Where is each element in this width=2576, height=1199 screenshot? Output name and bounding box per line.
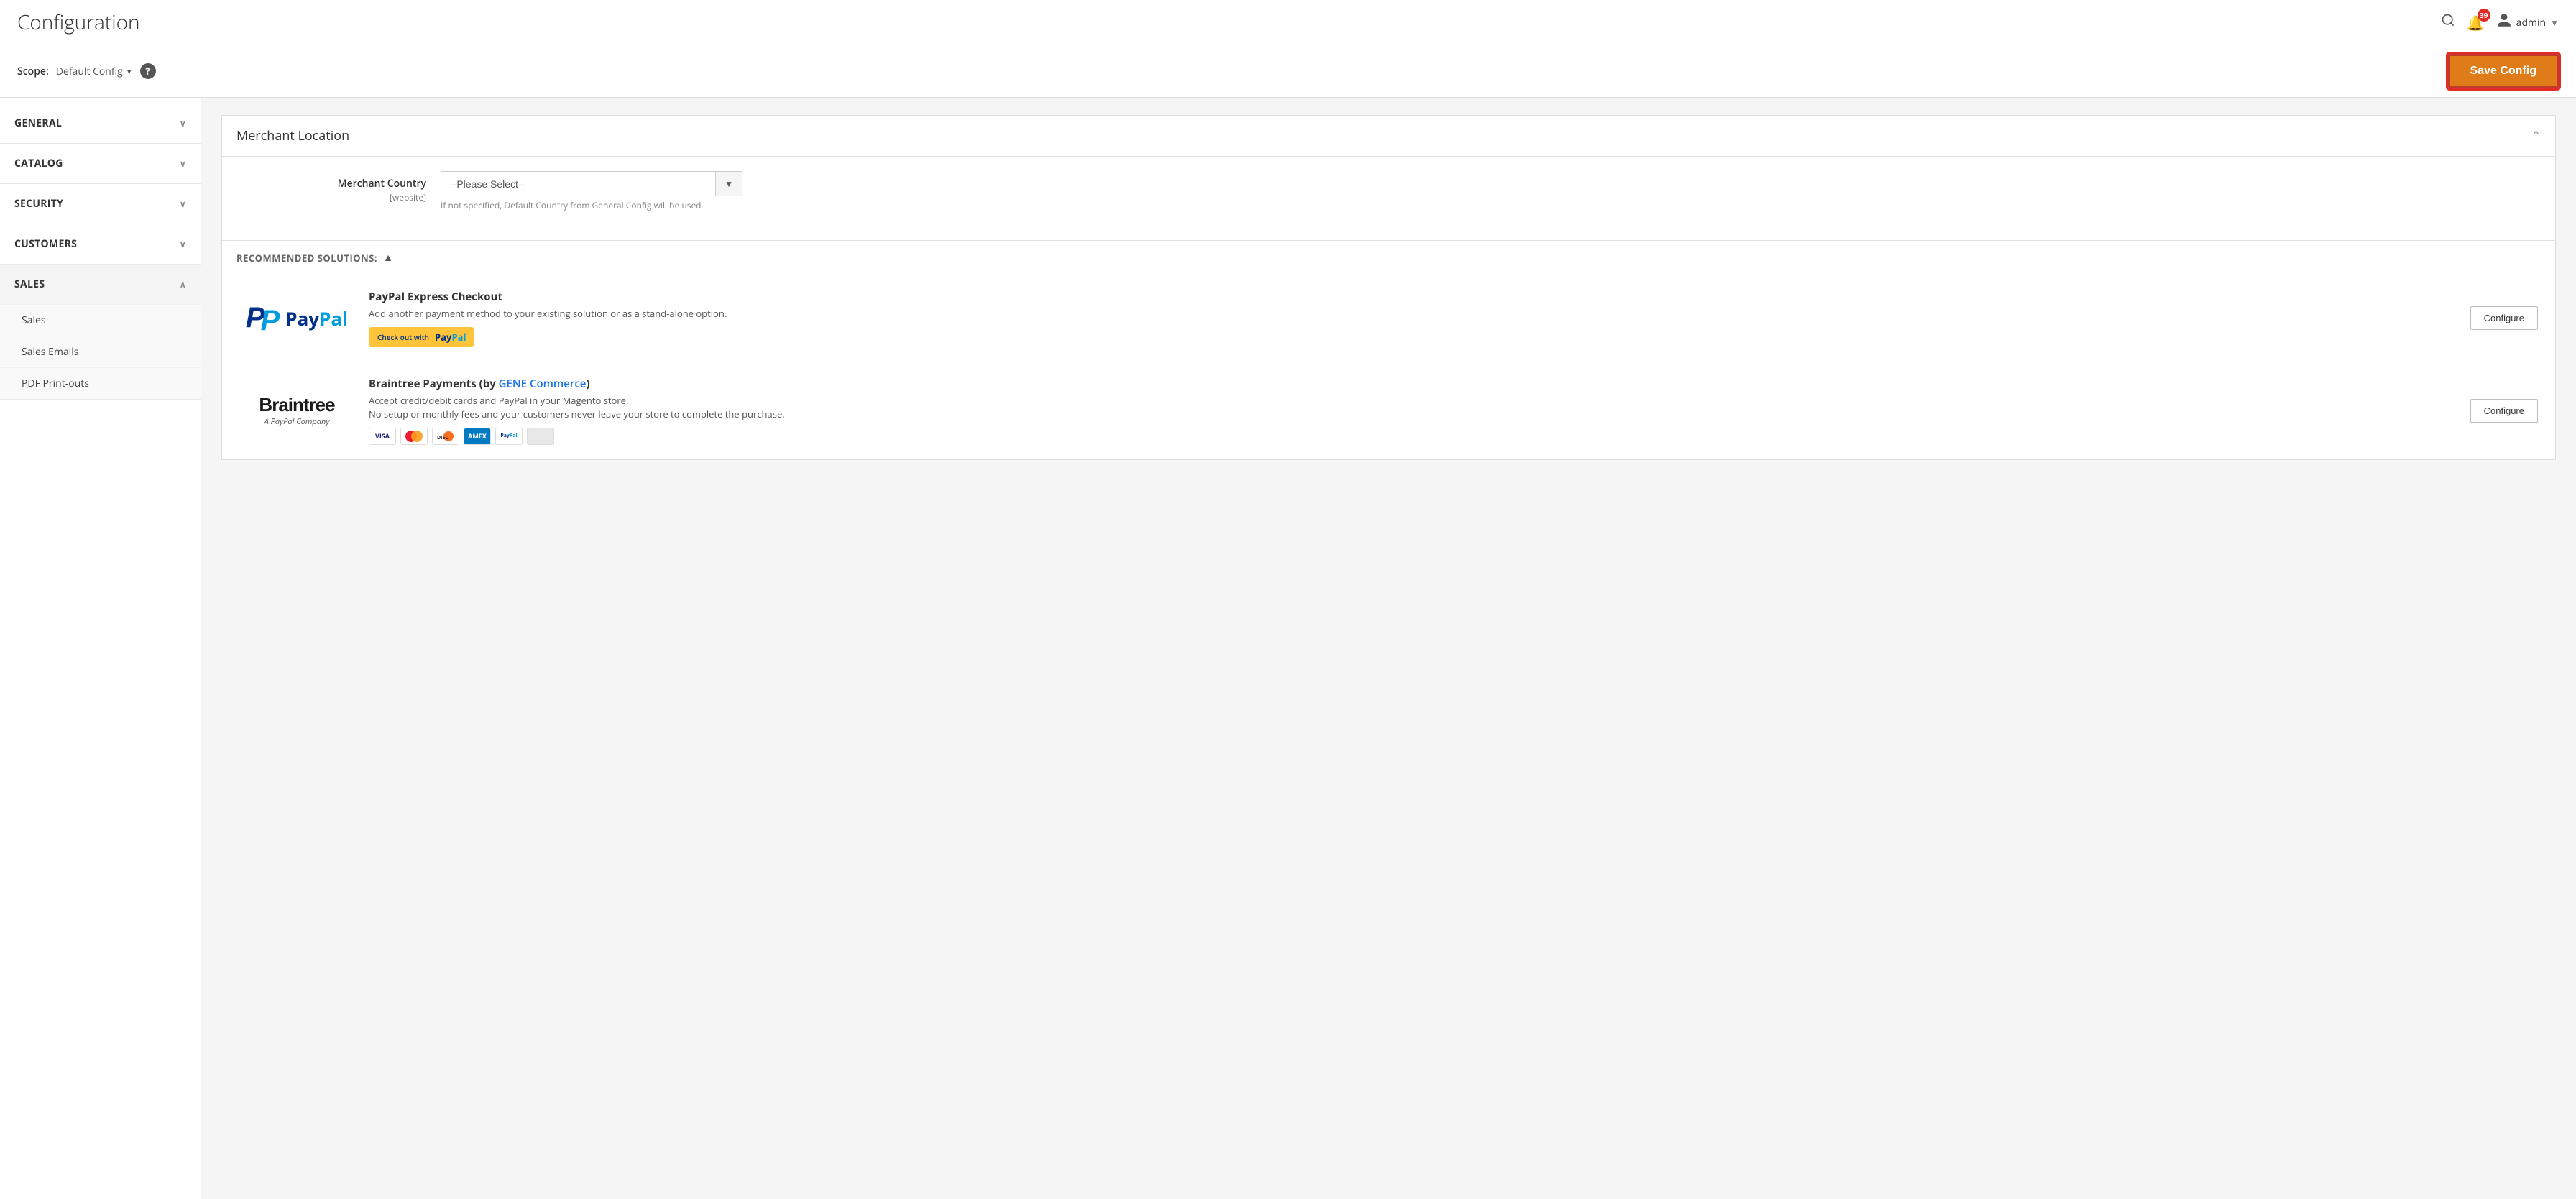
mastercard-icon	[400, 428, 428, 445]
paypal-text: PayPal	[285, 306, 348, 331]
paypal-p-lightblue: P	[261, 305, 280, 337]
paypal-configure-button[interactable]: Configure	[2470, 306, 2538, 330]
top-header: Configuration 🔔 39 admin ▼	[0, 0, 2576, 45]
recommended-solutions-label: RECOMMENDED SOLUTIONS:	[236, 252, 377, 265]
sidebar-item-sales-label: SALES	[14, 277, 45, 291]
scope-chevron-icon: ▼	[126, 66, 133, 76]
sidebar-item-customers-header[interactable]: CUSTOMERS ∨	[0, 224, 201, 264]
recommended-solutions-header: RECOMMENDED SOLUTIONS: ▲	[222, 240, 2555, 275]
braintree-name: Braintree	[259, 394, 334, 416]
user-dropdown-arrow-icon: ▼	[2550, 17, 2559, 29]
braintree-tagline: A PayPal Company	[259, 416, 334, 427]
braintree-payment-info: Braintree Payments (by GENE Commerce) Ac…	[369, 377, 2456, 445]
braintree-logo-mark: Braintree A PayPal Company	[259, 394, 334, 427]
paypal-payment-desc: Add another payment method to your exist…	[369, 307, 2456, 321]
gene-commerce-link[interactable]: GENE Commerce	[499, 377, 586, 391]
merchant-country-hint: If not specified, Default Country from G…	[441, 199, 2538, 211]
sidebar-item-security-header[interactable]: SECURITY ∨	[0, 184, 201, 224]
sidebar-general-chevron-icon: ∨	[180, 117, 186, 129]
visa-card-icon: VISA	[369, 428, 396, 445]
paypal-pal-text: Pal	[319, 306, 348, 331]
discover-card-icon: DISC	[432, 428, 459, 445]
braintree-desc-line1: Accept credit/debit cards and PayPal in …	[369, 394, 628, 407]
section-collapse-button[interactable]: ⌃	[2531, 129, 2541, 143]
section-title: Merchant Location	[236, 127, 349, 144]
sidebar-item-general: GENERAL ∨	[0, 104, 201, 144]
card-icons-row: VISA DISC	[369, 428, 2456, 445]
paypal-payment-row: P P PayPal PayPal Express Checkout Add a…	[222, 275, 2555, 362]
paypal-logo: P P PayPal	[239, 299, 354, 337]
sidebar-item-customers-label: CUSTOMERS	[14, 237, 77, 251]
sidebar-sales-chevron-icon: ∧	[180, 278, 186, 290]
paypal-payment-name: PayPal Express Checkout	[369, 290, 2456, 304]
merchant-country-label: Merchant Country	[239, 177, 426, 190]
merchant-country-select-wrapper: --Please Select-- ▼	[441, 171, 742, 196]
sidebar-customers-chevron-icon: ∨	[180, 238, 186, 250]
paypal-checkout-text: Check out with	[377, 332, 429, 342]
paypal-logo-mark: P P PayPal	[246, 299, 348, 337]
sidebar-catalog-chevron-icon: ∨	[180, 157, 186, 170]
extra-card-icon	[527, 428, 554, 445]
sidebar-item-general-header[interactable]: GENERAL ∨	[0, 104, 201, 143]
scope-bar: Scope: Default Config ▼ ? Save Config	[0, 45, 2576, 98]
main-layout: GENERAL ∨ CATALOG ∨ SECURITY ∨ CUSTOMERS…	[0, 98, 2576, 1199]
sidebar-sales-submenu: Sales Sales Emails PDF Print-outs	[0, 304, 201, 399]
paypal-checkout-button[interactable]: Check out with PayPal	[369, 327, 474, 347]
sidebar-sub-item-pdf-printouts[interactable]: PDF Print-outs	[0, 367, 201, 399]
merchant-country-row: Merchant Country [website] --Please Sele…	[239, 171, 2538, 211]
paypal-checkout-brand: PayPal	[435, 331, 466, 344]
recommended-arrow-icon: ▲	[383, 251, 393, 265]
paypal-pay-text: Pay	[285, 306, 319, 331]
content-area: Merchant Location ⌃ Merchant Country [we…	[201, 98, 2576, 1199]
save-config-button[interactable]: Save Config	[2448, 54, 2559, 88]
section-header: Merchant Location ⌃	[222, 116, 2555, 157]
scope-label: Scope:	[17, 65, 49, 78]
paypal-payment-info: PayPal Express Checkout Add another paym…	[369, 290, 2456, 347]
user-name-label: admin	[2516, 16, 2546, 29]
braintree-name-start: Braintree Payments (by	[369, 377, 499, 391]
braintree-payment-row: Braintree A PayPal Company Braintree Pay…	[222, 362, 2555, 459]
select-arrow-icon: ▼	[715, 172, 742, 196]
merchant-country-field-group: --Please Select-- ▼ If not specified, De…	[441, 171, 2538, 211]
braintree-payment-desc: Accept credit/debit cards and PayPal in …	[369, 394, 2456, 422]
scope-value: Default Config	[56, 65, 123, 78]
braintree-configure-button[interactable]: Configure	[2470, 399, 2538, 423]
merchant-country-label-group: Merchant Country [website]	[239, 171, 441, 204]
user-menu[interactable]: admin ▼	[2496, 12, 2559, 32]
sidebar-item-catalog: CATALOG ∨	[0, 144, 201, 184]
user-avatar-icon	[2496, 12, 2512, 32]
sidebar: GENERAL ∨ CATALOG ∨ SECURITY ∨ CUSTOMERS…	[0, 98, 201, 1199]
sidebar-item-sales-header[interactable]: SALES ∧	[0, 265, 201, 304]
merchant-country-select[interactable]: --Please Select--	[441, 173, 715, 196]
sidebar-sub-item-sales[interactable]: Sales	[0, 304, 201, 336]
merchant-country-sublabel: [website]	[390, 191, 426, 203]
merchant-location-section: Merchant Location ⌃ Merchant Country [we…	[221, 115, 2556, 460]
sidebar-item-security-label: SECURITY	[14, 197, 63, 211]
form-section: Merchant Country [website] --Please Sele…	[222, 157, 2555, 240]
help-icon[interactable]: ?	[140, 63, 156, 79]
sidebar-item-general-label: GENERAL	[14, 116, 62, 130]
braintree-desc-line2: No setup or monthly fees and your custom…	[369, 408, 785, 421]
amex-card-icon: AMEX	[464, 428, 491, 445]
search-button[interactable]	[2441, 13, 2455, 32]
sidebar-sub-item-sales-emails[interactable]: Sales Emails	[0, 336, 201, 367]
sidebar-item-catalog-header[interactable]: CATALOG ∨	[0, 144, 201, 183]
sidebar-item-catalog-label: CATALOG	[14, 157, 63, 170]
sidebar-security-chevron-icon: ∨	[180, 198, 186, 210]
page-title: Configuration	[17, 9, 140, 36]
scope-select[interactable]: Default Config ▼	[56, 65, 133, 78]
braintree-payment-name: Braintree Payments (by GENE Commerce)	[369, 377, 2456, 391]
sidebar-item-sales: SALES ∧ Sales Sales Emails PDF Print-out…	[0, 265, 201, 400]
sidebar-item-customers: CUSTOMERS ∨	[0, 224, 201, 265]
notification-bell[interactable]: 🔔 39	[2467, 13, 2485, 32]
scope-left: Scope: Default Config ▼ ?	[17, 63, 156, 79]
paypal-card-icon: PayPal	[495, 428, 523, 445]
braintree-name-end: )	[586, 377, 589, 391]
svg-text:DISC: DISC	[437, 435, 448, 441]
braintree-logo: Braintree A PayPal Company	[239, 394, 354, 427]
header-actions: 🔔 39 admin ▼	[2441, 12, 2559, 32]
sidebar-item-security: SECURITY ∨	[0, 184, 201, 224]
notification-badge: 39	[2478, 9, 2490, 22]
